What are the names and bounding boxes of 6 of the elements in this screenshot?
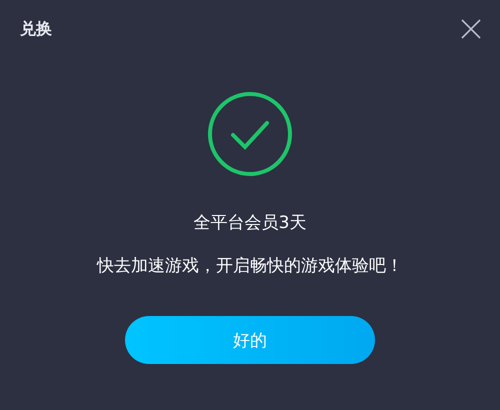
ok-button[interactable]: 好的 — [125, 316, 375, 364]
window-title: 兑换 — [20, 18, 52, 40]
close-button[interactable] — [460, 18, 482, 40]
message-text: 快去加速游戏，开启畅快的游戏体验吧！ — [97, 255, 403, 277]
reward-title: 全平台会员3天 — [194, 212, 306, 234]
check-circle-icon — [207, 91, 293, 177]
